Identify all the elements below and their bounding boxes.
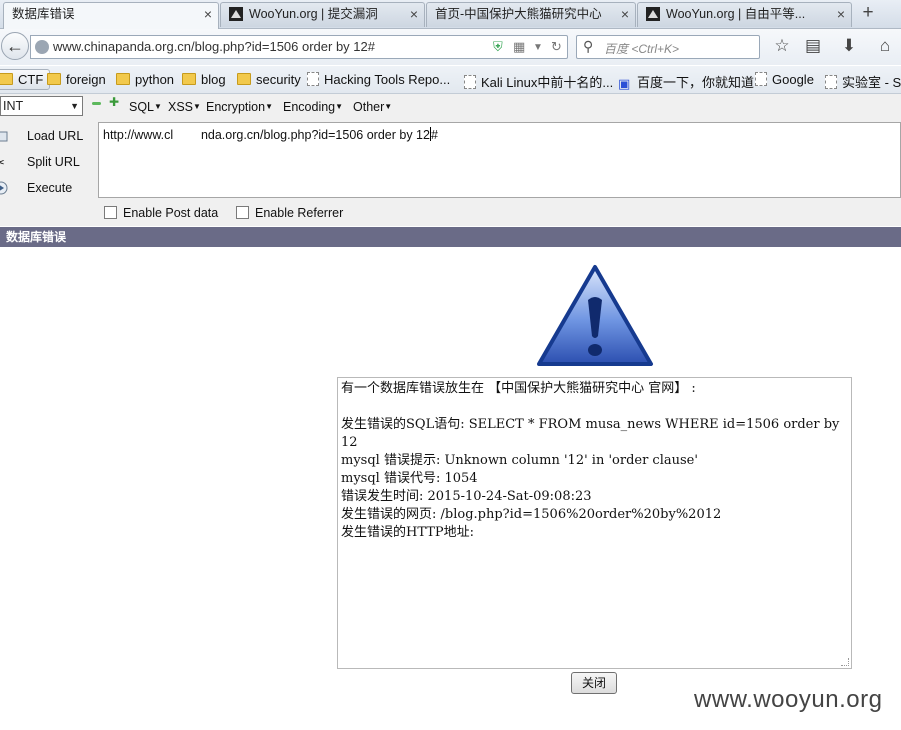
wooyun-icon — [229, 6, 243, 21]
tab-strip: 数据库错误 × WooYun.org | 提交漏洞 × 首页-中国保护大熊猫研究… — [0, 0, 901, 29]
bookmark-lab[interactable]: 实验室 - S — [825, 72, 901, 91]
tab-panda-center[interactable]: 首页-中国保护大熊猫研究中心 × — [426, 2, 636, 27]
warning-icon — [537, 265, 653, 366]
plus-icon[interactable]: ✚ — [109, 95, 119, 109]
bookmark-kali[interactable]: Kali Linux中前十名的... — [464, 72, 613, 91]
qr-code-icon[interactable]: ▦ — [513, 39, 525, 55]
error-mysql-message: mysql 错误提示: Unknown column '12' in 'orde… — [341, 453, 698, 468]
search-icon[interactable]: ⚲ — [583, 38, 593, 55]
back-button[interactable]: ← — [1, 32, 29, 60]
wooyun-icon — [646, 6, 660, 21]
checkbox-box[interactable] — [236, 206, 249, 219]
watermark: www.wooyun.org — [694, 686, 883, 713]
bookmark-ctf[interactable]: CTF — [0, 69, 51, 90]
bookmark-baidu[interactable]: ▣ 百度一下，你就知道 — [618, 72, 754, 91]
bookmarks-toolbar: CTF foreign python blog security Hacking… — [0, 66, 901, 94]
checkbox-box[interactable] — [104, 206, 117, 219]
dropdown-arrow-icon: ▼ — [193, 102, 201, 111]
enable-post-data-checkbox[interactable]: Enable Post data — [104, 206, 218, 220]
folder-icon — [0, 73, 13, 85]
menu-encoding[interactable]: Encoding▼ — [283, 100, 343, 114]
tab-label: 首页-中国保护大熊猫研究中心 — [435, 7, 602, 21]
bookmark-foreign[interactable]: foreign — [47, 72, 106, 87]
bookmark-hacking-tools[interactable]: Hacking Tools Repo... — [307, 72, 450, 87]
close-tab-icon[interactable]: × — [204, 3, 212, 25]
error-http-address: 发生错误的HTTP地址: — [341, 525, 475, 540]
play-icon — [0, 181, 8, 195]
url-text[interactable]: www.chinapanda.org.cn/blog.php?id=1506 o… — [53, 39, 375, 54]
tab-label: 数据库错误 — [12, 7, 75, 21]
bookmark-security[interactable]: security — [237, 72, 301, 87]
close-button[interactable]: 关闭 — [571, 672, 617, 694]
close-tab-icon[interactable]: × — [410, 3, 418, 25]
shield-icon[interactable]: ⛨ — [493, 39, 503, 55]
globe-icon — [35, 40, 49, 54]
chevron-down-icon: ▼ — [70, 101, 79, 111]
folder-icon — [182, 73, 196, 85]
folder-icon — [237, 73, 251, 85]
type-select[interactable]: INT ▼ — [0, 96, 83, 116]
tab-wooyun-submit[interactable]: WooYun.org | 提交漏洞 × — [220, 2, 425, 27]
error-message-box[interactable]: 有一个数据库错误放生在 【中国保护大熊猫研究中心 官网】 : 发生错误的SQL语… — [337, 377, 852, 669]
dropdown-arrow-icon: ▼ — [384, 102, 393, 111]
page-icon — [825, 75, 837, 89]
page-icon — [755, 72, 767, 86]
enable-referrer-checkbox[interactable]: Enable Referrer — [236, 206, 343, 220]
error-blank-line — [341, 398, 848, 416]
tab-database-error[interactable]: 数据库错误 × — [3, 2, 219, 29]
close-tab-icon[interactable]: × — [621, 3, 629, 25]
url-textarea-text: http://www.cl nda.org.cn/blog.php?id=150… — [103, 128, 430, 142]
bookmark-python[interactable]: python — [116, 72, 174, 87]
error-sql-statement: 发生错误的SQL语句: SELECT * FROM musa_news WHER… — [341, 417, 844, 450]
load-url-icon — [0, 129, 8, 143]
home-icon[interactable]: ⌂ — [874, 36, 896, 56]
menu-encryption[interactable]: Encryption▼ — [206, 100, 273, 114]
new-tab-button[interactable]: + — [858, 3, 878, 23]
error-mysql-code: mysql 错误代号: 1054 — [341, 471, 478, 486]
tab-label: WooYun.org | 自由平等... — [666, 7, 806, 21]
dropdown-arrow-icon[interactable]: ▼ — [533, 42, 543, 53]
folder-icon — [116, 73, 130, 85]
tab-label: WooYun.org | 提交漏洞 — [249, 7, 378, 21]
search-bar[interactable]: ⚲ 百度 <Ctrl+K> — [576, 35, 760, 59]
dropdown-arrow-icon: ▼ — [265, 102, 273, 111]
search-placeholder: 百度 <Ctrl+K> — [604, 42, 680, 56]
scissors-icon: ✂ — [0, 155, 8, 170]
bookmark-star-icon[interactable]: ☆ — [771, 36, 793, 56]
reload-icon[interactable]: ↻ — [551, 39, 562, 55]
page-icon — [464, 75, 476, 89]
url-textarea[interactable]: http://www.cl nda.org.cn/blog.php?id=150… — [98, 122, 901, 198]
folder-icon — [47, 73, 61, 85]
bookmark-google[interactable]: Google — [755, 72, 814, 87]
error-heading: 有一个数据库错误放生在 【中国保护大熊猫研究中心 官网】 : — [341, 381, 696, 396]
hackbar-panel: INT ▼ ✚ SQL▼ XSS▼ Encryption▼ Encoding▼ … — [0, 94, 901, 226]
download-icon[interactable]: ⬇ — [838, 36, 860, 56]
menu-other[interactable]: Other▼ — [353, 100, 392, 114]
dropdown-arrow-icon: ▼ — [335, 102, 344, 111]
error-page: 发生错误的网页: /blog.php?id=1506%20order%20by%… — [341, 507, 722, 522]
navigation-bar: ← www.chinapanda.org.cn/blog.php?id=1506… — [0, 29, 901, 65]
paw-icon: ▣ — [618, 76, 631, 91]
menu-xss[interactable]: XSS▼ — [168, 100, 201, 114]
reading-list-icon[interactable]: ▤ — [802, 36, 824, 56]
error-time: 错误发生时间: 2015-10-24-Sat-09:08:23 — [341, 489, 592, 504]
url-bar[interactable]: www.chinapanda.org.cn/blog.php?id=1506 o… — [30, 35, 568, 59]
page-title: 数据库错误 — [0, 227, 901, 247]
minus-icon[interactable] — [92, 102, 101, 105]
resize-grip-icon[interactable] — [841, 658, 849, 666]
dropdown-arrow-icon: ▼ — [154, 102, 162, 111]
close-tab-icon[interactable]: × — [837, 3, 845, 25]
menu-sql[interactable]: SQL▼ — [129, 100, 162, 114]
bookmark-blog[interactable]: blog — [182, 72, 226, 87]
page-icon — [307, 72, 319, 86]
tab-wooyun-home[interactable]: WooYun.org | 自由平等... × — [637, 2, 852, 27]
